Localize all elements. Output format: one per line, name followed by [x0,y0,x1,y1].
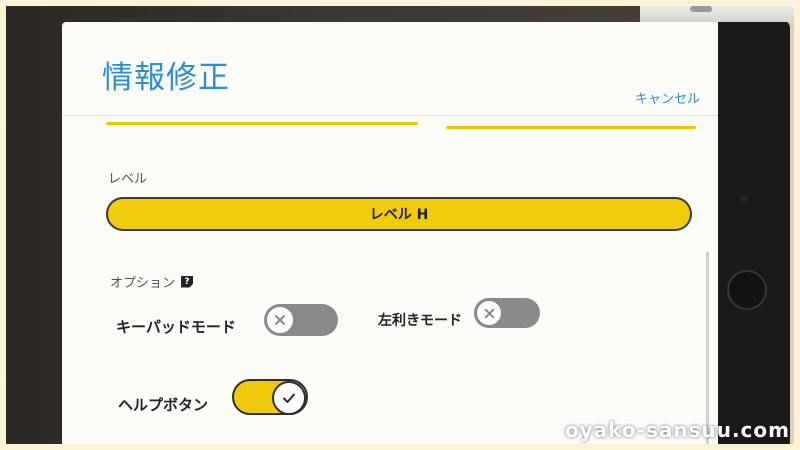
cancel-button[interactable]: キャンセル [635,88,700,107]
left-hand-mode-toggle[interactable] [474,298,540,328]
left-hand-mode-label: 左利きモード [378,313,462,329]
help-icon[interactable]: ? [181,275,194,288]
options-section-header: オプション ? [110,272,194,291]
help-button-label: ヘルプボタン [118,396,209,414]
toggle-knob [272,381,306,415]
check-icon [283,393,295,403]
home-button[interactable] [727,270,767,310]
watermark-text: oyako-sansuu.com [564,418,790,442]
close-icon [484,308,494,318]
close-icon [275,315,285,325]
app-screen: 情報修正 キャンセル レベル レベル H オプション ? キーパッドモード 左利… [62,22,718,450]
help-button-toggle[interactable] [232,379,308,415]
stylus-band [690,6,712,12]
toggle-knob [266,306,294,334]
stylus-pencil [640,0,800,22]
keypad-mode-toggle[interactable] [264,304,338,336]
tab-indicator-left [106,122,418,125]
level-section-label: レベル [108,172,148,187]
toggle-knob [476,300,502,326]
camera-icon [740,195,748,203]
level-value: レベル H [369,207,429,223]
keypad-mode-label: キーパッドモード [116,318,236,336]
level-select-button[interactable]: レベル H [106,197,692,231]
page-title: 情報修正 [102,60,230,96]
options-section-label: オプション [110,276,176,291]
header-divider [62,115,718,116]
tab-indicator-right [446,126,696,129]
